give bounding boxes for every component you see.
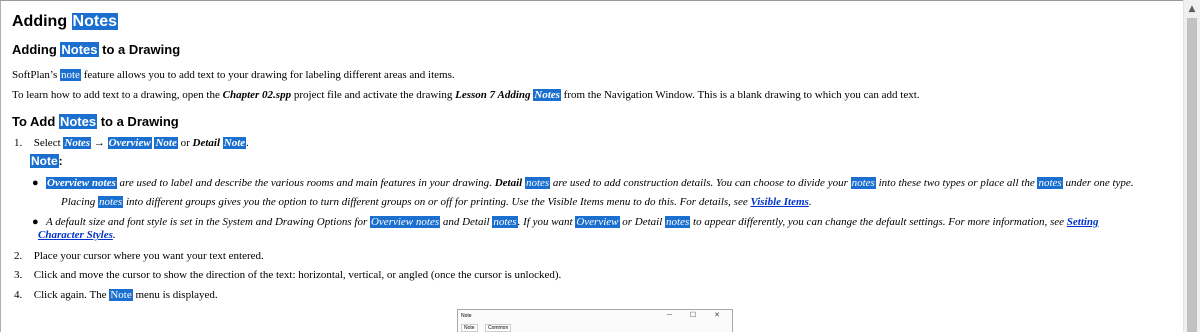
arrow-icon: → [93,137,105,149]
search-highlight: Overview [575,216,620,228]
heading-text: To Add [12,114,56,129]
scrollbar-thumb[interactable] [1187,18,1197,332]
step-number: 1. [14,137,23,149]
vertical-scrollbar[interactable]: ▲ [1183,0,1200,332]
text: project file and activate the drawing [293,89,453,101]
tab-common: Common [484,324,512,332]
text: A default size and font style is set in … [46,216,368,228]
text: Place your cursor where you want your te… [33,250,264,262]
heading-text: to a Drawing [102,42,181,57]
note-bullet-2-continued: Character Styles. [38,229,116,241]
search-highlight: Notes [533,89,561,101]
text: Placing [61,196,96,208]
search-highlight: Notes [58,114,98,129]
search-highlight: note [59,69,81,81]
text: Select [33,137,61,149]
note-bullet-1: ● Overview notes are used to label and d… [32,177,1134,189]
menu-path-note: Note [154,137,178,149]
search-highlight: Note [30,154,59,168]
text: : [58,154,63,168]
text: . If you want [517,216,573,228]
search-highlight: notes [524,177,551,189]
title-text: Adding [12,13,68,30]
text: To learn how to add text to a drawing, o… [12,89,220,101]
bullet-icon: ● [32,177,39,189]
search-highlight: Note [109,289,133,301]
search-highlight: Notes [60,42,99,57]
procedure-heading: To Add Notes to a Drawing [12,114,179,129]
text: to appear differently, you can change th… [693,216,1065,228]
menu-path-notes: Notes [63,137,92,149]
text: SoftPlan’s [12,69,58,81]
text: . [112,229,116,241]
tab-note: Note [461,324,478,332]
text: menu is displayed. [135,289,218,301]
menu-path-overview: Overview [107,137,152,149]
menu-path-detail: Detail [192,137,221,149]
step-number: 3. [14,269,23,281]
page-title: Adding Notes [12,13,118,31]
file-name: Chapter 02.spp [222,89,292,101]
text: or Detail [622,216,663,228]
intro-paragraph: SoftPlan’s note feature allows you to ad… [12,69,455,81]
heading-text: Adding [12,42,57,57]
text: Click and move the cursor to show the di… [33,269,562,281]
note-bullet-2: ● A default size and font style is set i… [32,216,1099,228]
search-highlight: notes [665,216,691,228]
text: under one type. [1065,177,1134,189]
setting-character-styles-link[interactable]: Setting [1067,216,1099,228]
text: . [808,196,812,208]
bullet-icon: ● [32,216,39,228]
step-number: 4. [14,289,23,301]
text: Click again. The [33,289,107,301]
note-bullet-1-continued: Placing notes into different groups give… [61,196,812,208]
search-highlight: notes [492,216,518,228]
note-callout-label: Note: [30,154,63,168]
search-highlight: notes [850,177,876,189]
text: are used to label and describe the vario… [119,177,492,189]
text: into these two types or place all the [878,177,1035,189]
text: or [180,137,190,149]
text: and Detail [442,216,490,228]
step-1: 1. Select Notes → Overview Note or Detai… [14,137,249,149]
visible-items-link[interactable]: Visible Items [750,196,808,208]
setting-character-styles-link[interactable]: Character Styles [38,229,113,241]
window-controls-icon: ─ ☐ ✕ [667,312,728,319]
step-number: 2. [14,250,23,262]
step-2: 2. Place your cursor where you want your… [14,250,264,262]
search-highlight: Overview notes [369,216,441,228]
note-dialog-screenshot: Note ─ ☐ ✕ Note Common [457,309,733,332]
scroll-up-arrow-icon[interactable]: ▲ [1184,0,1200,17]
dialog-tabs: Note Common [461,324,517,332]
section-heading: Adding Notes to a Drawing [12,42,180,57]
document-viewport: Adding Notes Adding Notes to a Drawing S… [0,0,1183,332]
dialog-title: Note [461,313,472,319]
text: feature allows you to add text to your d… [83,69,455,81]
instructions-paragraph: To learn how to add text to a drawing, o… [12,89,920,101]
search-highlight: Notes [71,13,118,30]
search-highlight: notes [97,196,124,208]
text: from the Navigation Window. This is a bl… [563,89,920,101]
step-4: 4. Click again. The Note menu is display… [14,289,218,301]
drawing-name: Lesson 7 Adding [455,89,531,101]
heading-text: to a Drawing [100,114,179,129]
menu-path-note: Note [222,137,247,149]
text: are used to add construction details. Yo… [552,177,848,189]
text: into different groups gives you the opti… [125,196,748,208]
step-3: 3. Click and move the cursor to show the… [14,269,561,281]
text: . [246,137,249,149]
search-highlight: Overview notes [46,177,117,189]
search-highlight: notes [1037,177,1063,189]
text: Detail [494,177,523,189]
